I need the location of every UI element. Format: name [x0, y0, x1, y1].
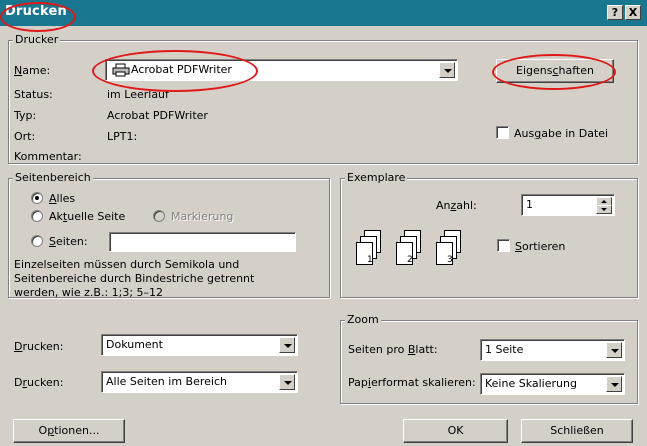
copies-count-spinner[interactable]: 1	[521, 194, 615, 216]
hint-line-3: werden, wie z.B.: 1;3; 5–12	[14, 286, 164, 299]
ok-button-label: OK	[447, 424, 464, 437]
copy-page-number: 3	[447, 255, 453, 265]
printer-name-label: Name:	[14, 64, 51, 77]
print-to-file-label: Ausgabe in Datei	[514, 127, 609, 140]
pages-input[interactable]	[109, 232, 296, 252]
copy-page-number: 2	[407, 255, 413, 265]
current-page-radio[interactable]	[31, 210, 43, 222]
pages-per-sheet-value: 1 Seite	[485, 343, 524, 356]
chevron-down-icon[interactable]	[279, 374, 295, 390]
print-what-label: Drucken:	[14, 340, 64, 353]
status-value: im Leerlauf	[107, 88, 169, 101]
help-button[interactable]: ?	[607, 5, 623, 20]
print-dialog: Drucken ? X Drucker Name: Acrobat PDFWri…	[0, 0, 647, 446]
copies-count-value: 1	[526, 198, 533, 211]
printer-name-value: Acrobat PDFWriter	[131, 63, 232, 76]
chevron-down-icon[interactable]	[279, 337, 295, 353]
page-range-legend: Seitenbereich	[13, 171, 93, 184]
close-button[interactable]: X	[625, 5, 641, 20]
chevron-down-icon[interactable]	[439, 62, 455, 78]
collate-label: Sortieren	[515, 240, 566, 253]
current-page-label: Aktuelle Seite	[49, 210, 126, 223]
chevron-down-icon[interactable]	[606, 376, 622, 392]
copies-count-label: Anzahl:	[436, 199, 477, 212]
type-label: Typ:	[14, 109, 37, 122]
spin-down-icon[interactable]	[596, 205, 612, 214]
title-bar[interactable]: Drucken ? X	[0, 0, 647, 26]
print-select[interactable]: Alle Seiten im Bereich	[101, 371, 298, 393]
options-button[interactable]: Optionen...	[13, 419, 125, 443]
location-value: LPT1:	[107, 130, 138, 143]
close-dialog-button[interactable]: Schließen	[521, 419, 633, 443]
print-value: Alle Seiten im Bereich	[106, 375, 227, 388]
chevron-down-icon[interactable]	[606, 342, 622, 358]
options-button-label: Optionen...	[38, 424, 100, 437]
pages-label: Seiten:	[49, 235, 88, 248]
scale-value: Keine Skalierung	[485, 377, 577, 390]
scale-select[interactable]: Keine Skalierung	[480, 373, 625, 395]
copies-legend: Exemplare	[345, 171, 408, 184]
selection-label: Markierung	[171, 210, 234, 223]
collate-preview-icon: 1 2 3	[356, 230, 461, 265]
all-pages-label: Alles	[49, 192, 76, 205]
zoom-legend: Zoom	[345, 313, 381, 326]
pages-per-sheet-label: Seiten pro Blatt:	[348, 343, 438, 356]
ok-button[interactable]: OK	[403, 419, 508, 443]
window-title: Drucken	[5, 4, 67, 19]
print-what-value: Dokument	[106, 338, 163, 351]
pages-per-sheet-select[interactable]: 1 Seite	[480, 339, 625, 361]
printer-icon	[112, 63, 130, 77]
selection-radio[interactable]	[153, 210, 165, 222]
collate-checkbox[interactable]	[497, 239, 510, 252]
copy-page-number: 1	[367, 255, 373, 265]
all-pages-radio[interactable]	[31, 192, 43, 204]
hint-line-2: Seitenbereiche durch Bindestriche getren…	[14, 272, 255, 285]
close-dialog-button-label: Schließen	[550, 424, 604, 437]
scale-label: Papierformat skalieren:	[348, 376, 476, 389]
print-to-file-checkbox[interactable]	[496, 126, 509, 139]
properties-button-label: Eigenschaften	[516, 64, 594, 77]
pages-radio[interactable]	[31, 235, 43, 247]
status-label: Status:	[14, 88, 53, 101]
type-value: Acrobat PDFWriter	[107, 109, 208, 122]
properties-button[interactable]: Eigenschaften	[496, 59, 614, 83]
hint-line-1: Einzelseiten müssen durch Semikola und	[14, 258, 240, 271]
print-label: Drucken:	[14, 376, 64, 389]
location-label: Ort:	[14, 130, 36, 143]
comment-label: Kommentar:	[14, 150, 82, 163]
print-what-select[interactable]: Dokument	[101, 334, 298, 356]
printer-group-legend: Drucker	[13, 33, 61, 46]
printer-name-select[interactable]: Acrobat PDFWriter	[105, 59, 458, 81]
